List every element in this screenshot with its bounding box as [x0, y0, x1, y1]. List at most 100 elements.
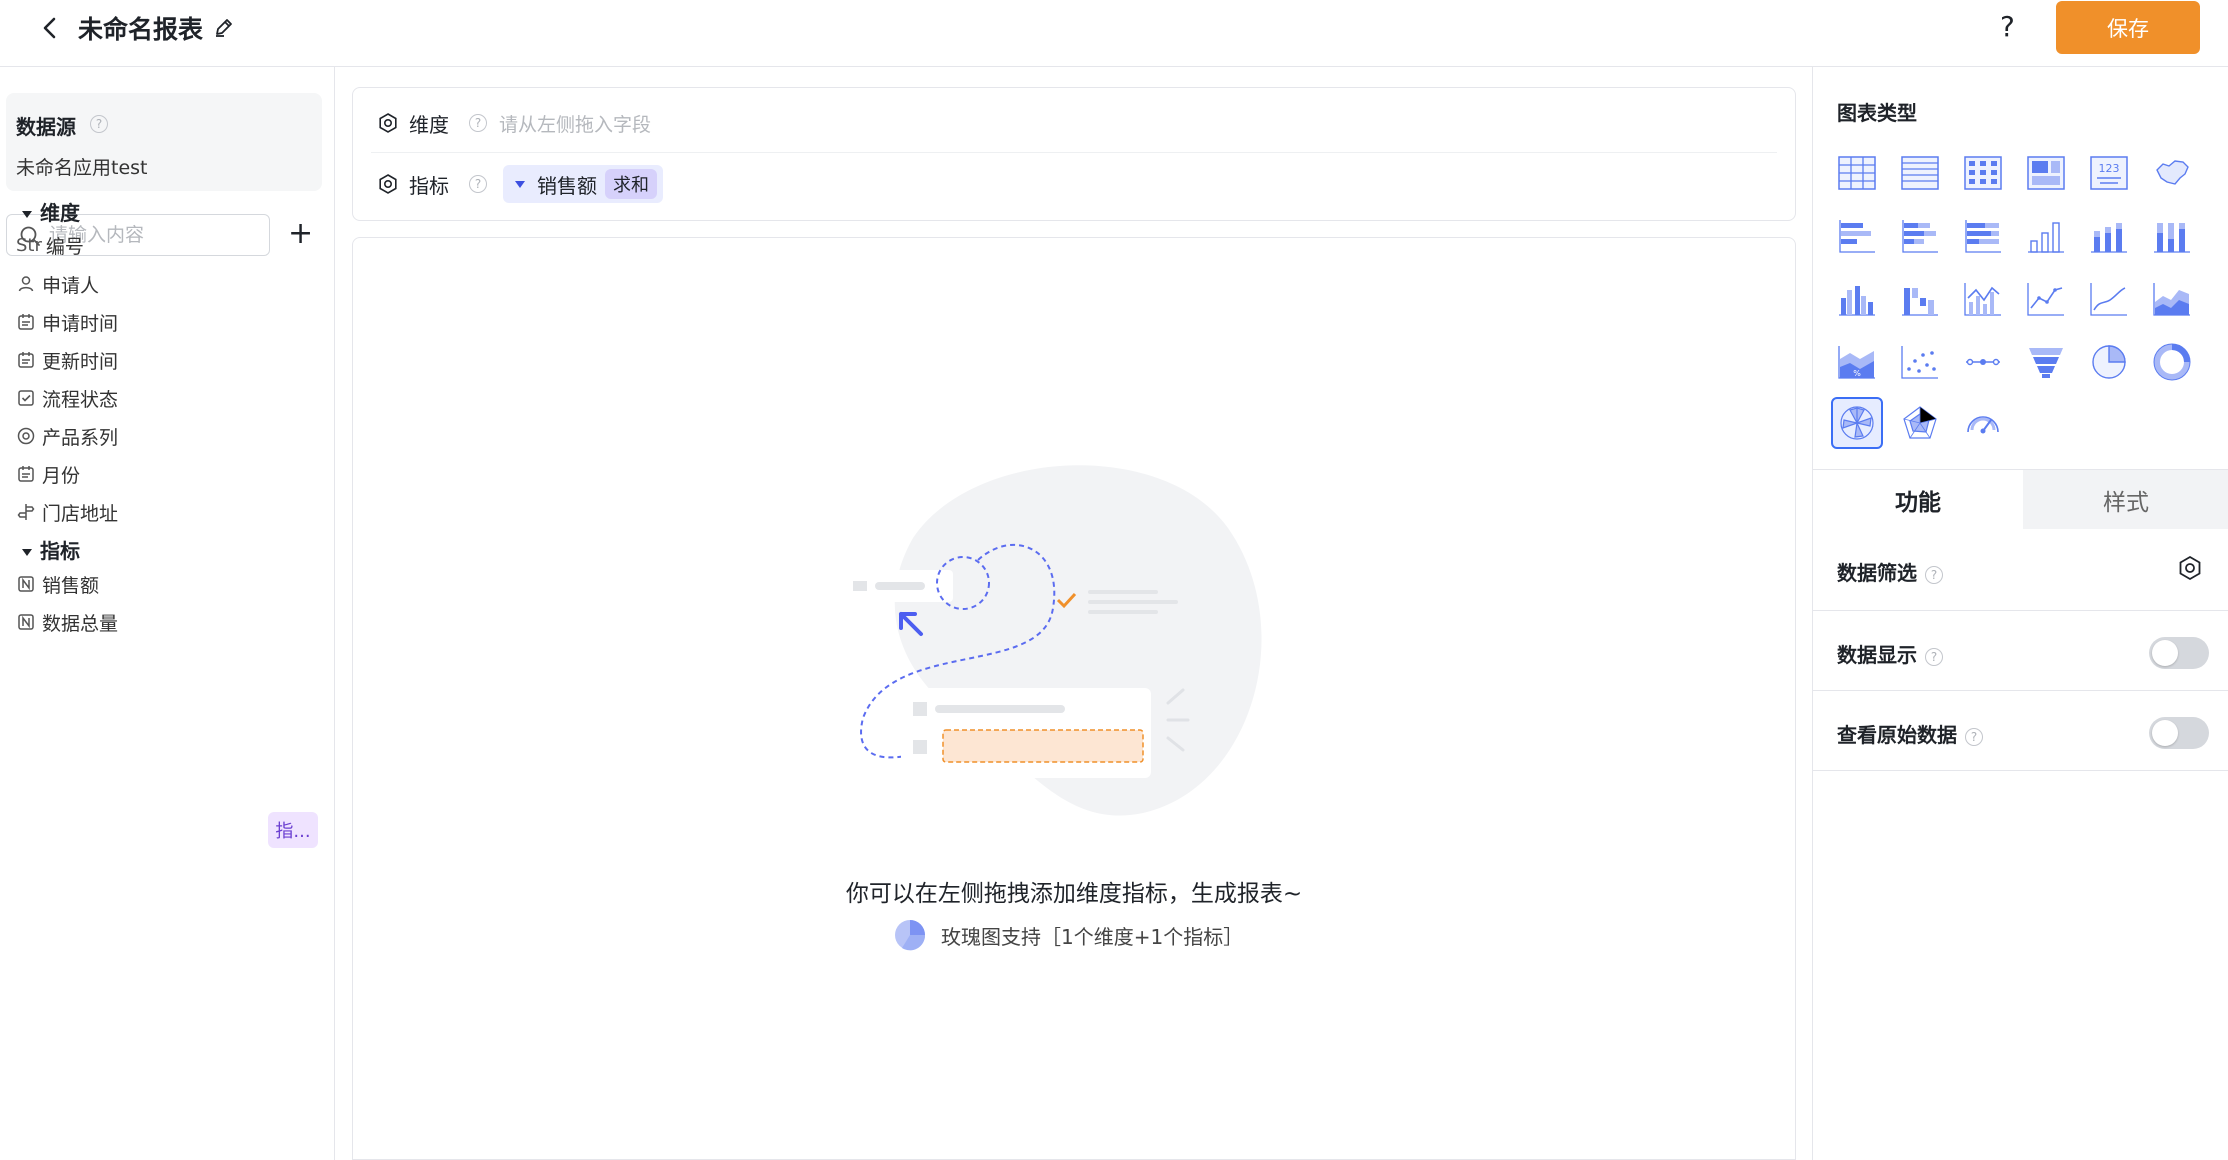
field-item-data-count[interactable]: 数据总量 — [16, 607, 118, 637]
gear-icon[interactable] — [2177, 555, 2203, 581]
metric-pill-sales[interactable]: 销售额 求和 — [503, 165, 663, 203]
aggregation-badge[interactable]: 求和 — [605, 169, 657, 199]
dimension-group-header[interactable]: 维度 — [22, 197, 80, 226]
waterfall-chart-icon[interactable] — [1894, 273, 1946, 325]
field-item-process-status[interactable]: 流程状态 — [16, 383, 118, 413]
field-item-month[interactable]: 月份 — [16, 459, 80, 489]
save-button[interactable]: 保存 — [2056, 1, 2200, 54]
chart-canvas: 你可以在左侧拖拽添加维度指标，生成报表~ 玫瑰图支持［1个维度+1个指标］ — [352, 237, 1796, 1160]
help-circle-icon[interactable]: ? — [469, 175, 487, 193]
field-item-number[interactable]: Str 编号 — [16, 230, 84, 260]
metric-tag-badge[interactable]: 指... — [268, 812, 318, 848]
field-label: 数据总量 — [42, 612, 119, 635]
datasource-card: 数据源 ? 未命名应用test — [6, 93, 322, 191]
funnel-chart-icon[interactable] — [2020, 336, 2072, 388]
field-label: 门店地址 — [42, 502, 119, 525]
help-circle-icon[interactable]: ? — [1965, 727, 1983, 746]
chart-support-hint: 玫瑰图支持［1个维度+1个指标］ — [893, 918, 1243, 952]
grouped-column-icon[interactable] — [1831, 273, 1883, 325]
stacked-horizontal-bar-icon[interactable] — [1894, 210, 1946, 262]
scatter-chart-icon[interactable] — [1894, 336, 1946, 388]
toggle-knob — [2152, 720, 2178, 746]
tab-function[interactable]: 功能 — [1813, 470, 2023, 529]
donut-chart-icon[interactable] — [2146, 336, 2198, 388]
toggle-knob — [2152, 640, 2178, 666]
field-item-product-series[interactable]: 产品系列 — [16, 421, 118, 451]
setting-label-text: 数据显示 — [1837, 643, 1917, 667]
setting-label-text: 查看原始数据 — [1837, 723, 1957, 747]
card-chart-icon[interactable] — [2020, 147, 2072, 199]
setting-label: 数据显示? — [1837, 639, 1943, 668]
help-circle-icon[interactable]: ? — [90, 115, 108, 133]
data-display-toggle[interactable] — [2149, 637, 2209, 669]
column-chart-icon[interactable] — [2020, 210, 2072, 262]
signpost-icon — [17, 504, 35, 520]
line-chart-icon[interactable] — [2020, 273, 2072, 325]
dimension-label: 维度 — [409, 112, 449, 137]
table-chart-icon[interactable] — [1831, 147, 1883, 199]
pivot-table-icon[interactable] — [1957, 147, 2009, 199]
property-panel: 图表类型 123 % 功能 样式 数据筛选 ? 数据显示 ? 查看原始数据 ? — [1812, 67, 2228, 1160]
smooth-line-icon[interactable] — [2083, 273, 2135, 325]
gear-icon[interactable] — [377, 112, 399, 134]
metric-label: 指标 — [409, 173, 449, 198]
empty-state-illustration — [841, 465, 1262, 816]
indicator-card-icon[interactable]: 123 — [2083, 147, 2135, 199]
percent-area-icon[interactable]: % — [1831, 336, 1883, 388]
dimension-drop-hint: 请从左侧拖入字段 — [499, 113, 652, 136]
empty-state-text: 你可以在左侧拖拽添加维度指标，生成报表~ — [845, 881, 1303, 907]
field-item-store-address[interactable]: 门店地址 — [16, 497, 118, 527]
gauge-chart-icon[interactable] — [1957, 397, 2009, 449]
combo-chart-icon[interactable] — [1957, 273, 2009, 325]
number-field-icon — [18, 614, 34, 630]
datasource-app-name[interactable]: 未命名应用test — [16, 153, 148, 180]
drop-zone-config: 维度 ? 请从左侧拖入字段 指标 ? 销售额 求和 — [352, 87, 1796, 221]
field-item-apply-time[interactable]: 申请时间 — [16, 307, 118, 337]
chart-type-title: 图表类型 — [1837, 101, 1917, 125]
dimension-drop-row[interactable]: 维度 ? 请从左侧拖入字段 — [377, 106, 651, 140]
svg-text:123: 123 — [2099, 162, 2120, 175]
metric-group-header[interactable]: 指标 — [22, 535, 80, 564]
help-circle-icon[interactable]: ? — [469, 114, 487, 132]
gear-icon[interactable] — [377, 173, 399, 195]
add-field-button[interactable]: + — [288, 217, 313, 251]
tab-style[interactable]: 样式 — [2023, 470, 2228, 529]
field-sidebar: 数据源 ? 未命名应用test + 维度 Str 编号 申请人 申请时间 更新时… — [0, 67, 335, 1160]
rose-chart-icon[interactable] — [1831, 397, 1883, 449]
checkbox-icon — [18, 390, 34, 406]
report-title: 未命名报表 — [78, 15, 204, 44]
percent-column-icon[interactable] — [2146, 210, 2198, 262]
stacked-column-icon[interactable] — [2083, 210, 2135, 262]
help-circle-icon[interactable]: ? — [1925, 647, 1943, 666]
metric-pill-label: 销售额 — [537, 173, 597, 198]
field-label: 销售额 — [42, 574, 100, 597]
person-icon — [18, 276, 34, 292]
datasource-title: 数据源 — [16, 115, 76, 139]
field-item-update-time[interactable]: 更新时间 — [16, 345, 118, 375]
setting-data-display: 数据显示? — [1813, 611, 2228, 691]
field-label: 流程状态 — [42, 388, 119, 411]
raw-data-toggle[interactable] — [2149, 717, 2209, 749]
caret-down-icon — [22, 549, 32, 556]
help-button[interactable]: ? — [2000, 10, 2015, 43]
metric-drop-row[interactable]: 指标 ? 销售额 求和 — [377, 165, 663, 203]
calendar-icon — [18, 466, 34, 482]
back-arrow-icon[interactable] — [36, 13, 62, 43]
help-circle-icon[interactable]: ? — [1925, 565, 1943, 584]
field-item-applicant[interactable]: 申请人 — [16, 269, 99, 299]
horizontal-bar-icon[interactable] — [1831, 210, 1883, 262]
pie-chart-type-icon[interactable] — [2083, 336, 2135, 388]
detail-table-icon[interactable] — [1894, 147, 1946, 199]
chart-support-text: 玫瑰图支持［1个维度+1个指标］ — [941, 924, 1244, 949]
field-label: 申请时间 — [42, 312, 119, 335]
map-chart-icon[interactable] — [2146, 147, 2198, 199]
setting-label-text: 数据筛选 — [1837, 561, 1917, 585]
timeline-chart-icon[interactable] — [1957, 336, 2009, 388]
caret-down-icon[interactable] — [515, 180, 525, 188]
edit-pencil-icon[interactable] — [212, 15, 236, 39]
radar-chart-icon[interactable] — [1894, 397, 1946, 449]
setting-data-filter: 数据筛选? — [1813, 529, 2228, 611]
percent-horizontal-bar-icon[interactable] — [1957, 210, 2009, 262]
area-chart-icon[interactable] — [2146, 273, 2198, 325]
field-item-sales[interactable]: 销售额 — [16, 569, 99, 599]
